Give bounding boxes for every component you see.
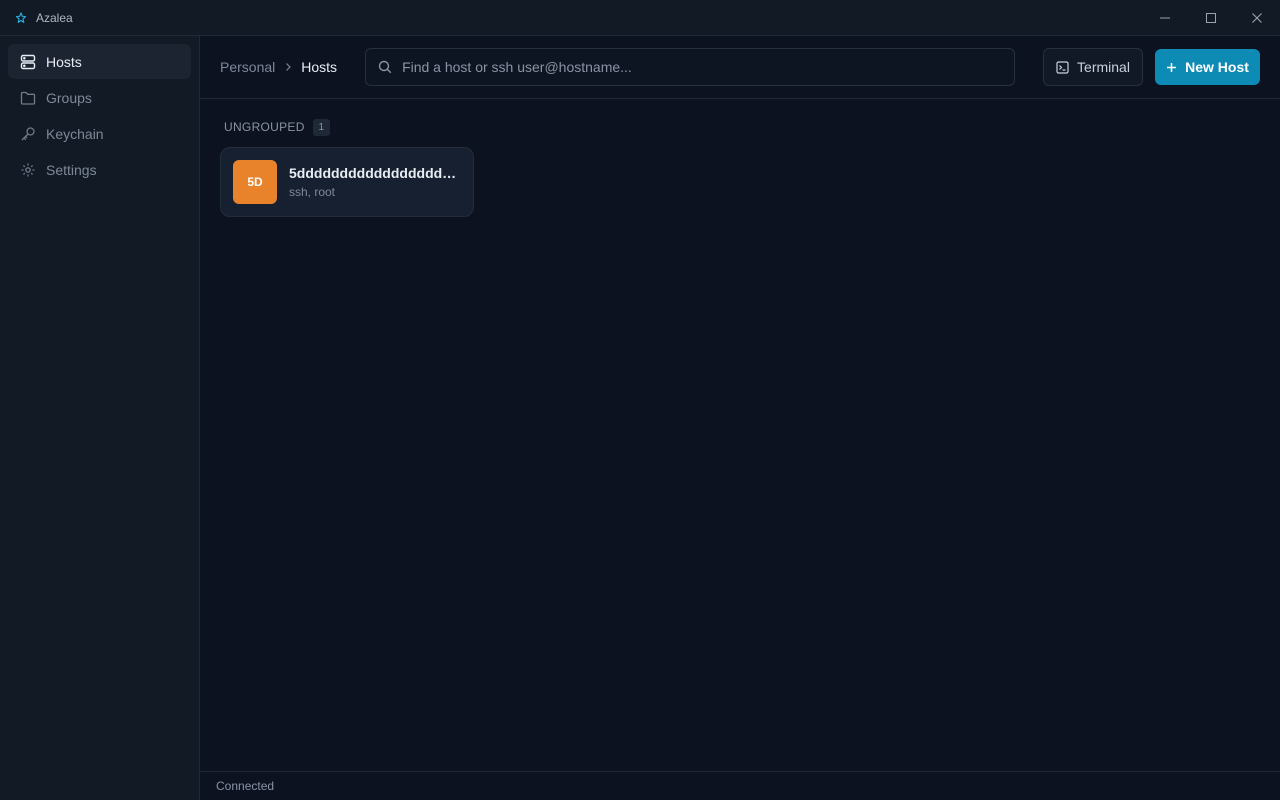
host-card[interactable]: 5D 5ddddddddddddddddddddddd ssh, root bbox=[220, 147, 474, 217]
new-host-button[interactable]: New Host bbox=[1155, 49, 1260, 85]
hosts-content: UNGROUPED 1 5D 5ddddddddddddddddddddddd … bbox=[200, 99, 1280, 235]
maximize-icon[interactable] bbox=[1188, 0, 1234, 36]
sidebar-item-hosts[interactable]: Hosts bbox=[8, 44, 191, 79]
server-icon bbox=[20, 54, 36, 70]
terminal-icon bbox=[1056, 60, 1069, 74]
breadcrumb: Personal Hosts bbox=[220, 59, 337, 75]
sidebar-item-label: Keychain bbox=[46, 125, 104, 142]
azalea-logo-icon bbox=[14, 11, 28, 25]
search-icon bbox=[378, 60, 392, 74]
gear-icon bbox=[20, 162, 36, 178]
plus-icon bbox=[1166, 62, 1177, 73]
sidebar-item-label: Hosts bbox=[46, 53, 82, 70]
minimize-icon[interactable] bbox=[1142, 0, 1188, 36]
key-icon bbox=[20, 126, 36, 142]
sidebar-item-settings[interactable]: Settings bbox=[8, 152, 191, 187]
app-title: Azalea bbox=[36, 10, 73, 25]
group-count-badge: 1 bbox=[312, 118, 330, 136]
sidebar-item-groups[interactable]: Groups bbox=[8, 80, 191, 115]
host-info: 5ddddddddddddddddddddddd ssh, root bbox=[289, 165, 461, 199]
terminal-button[interactable]: Terminal bbox=[1042, 48, 1144, 86]
host-avatar: 5D bbox=[233, 160, 277, 204]
top-bar: Personal Hosts Terminal New Host bbox=[200, 36, 1280, 99]
group-title: UNGROUPED bbox=[224, 120, 305, 134]
host-meta: ssh, root bbox=[289, 185, 336, 199]
main-panel: Personal Hosts Terminal New Host bbox=[200, 36, 1280, 771]
breadcrumb-personal[interactable]: Personal bbox=[220, 59, 275, 75]
breadcrumb-hosts: Hosts bbox=[301, 59, 338, 75]
sidebar-item-keychain[interactable]: Keychain bbox=[8, 116, 191, 151]
search-input[interactable] bbox=[402, 59, 983, 75]
status-text: Connected bbox=[216, 779, 275, 793]
terminal-button-label: Terminal bbox=[1077, 59, 1130, 75]
sidebar-item-label: Settings bbox=[46, 161, 97, 178]
close-icon[interactable] bbox=[1234, 0, 1280, 36]
folder-icon bbox=[20, 90, 36, 106]
new-host-button-label: New Host bbox=[1185, 59, 1249, 75]
sidebar-item-label: Groups bbox=[46, 89, 92, 106]
status-bar: Connected bbox=[200, 771, 1280, 800]
group-header: UNGROUPED 1 bbox=[224, 117, 1260, 137]
host-name: 5ddddddddddddddddddddddd bbox=[289, 165, 461, 181]
search-box[interactable] bbox=[365, 48, 1015, 86]
window-controls bbox=[1142, 0, 1280, 36]
sidebar: Hosts Groups Keychain Settings bbox=[0, 36, 200, 800]
title-bar: Azalea bbox=[0, 0, 1280, 36]
chevron-right-icon bbox=[283, 62, 293, 72]
